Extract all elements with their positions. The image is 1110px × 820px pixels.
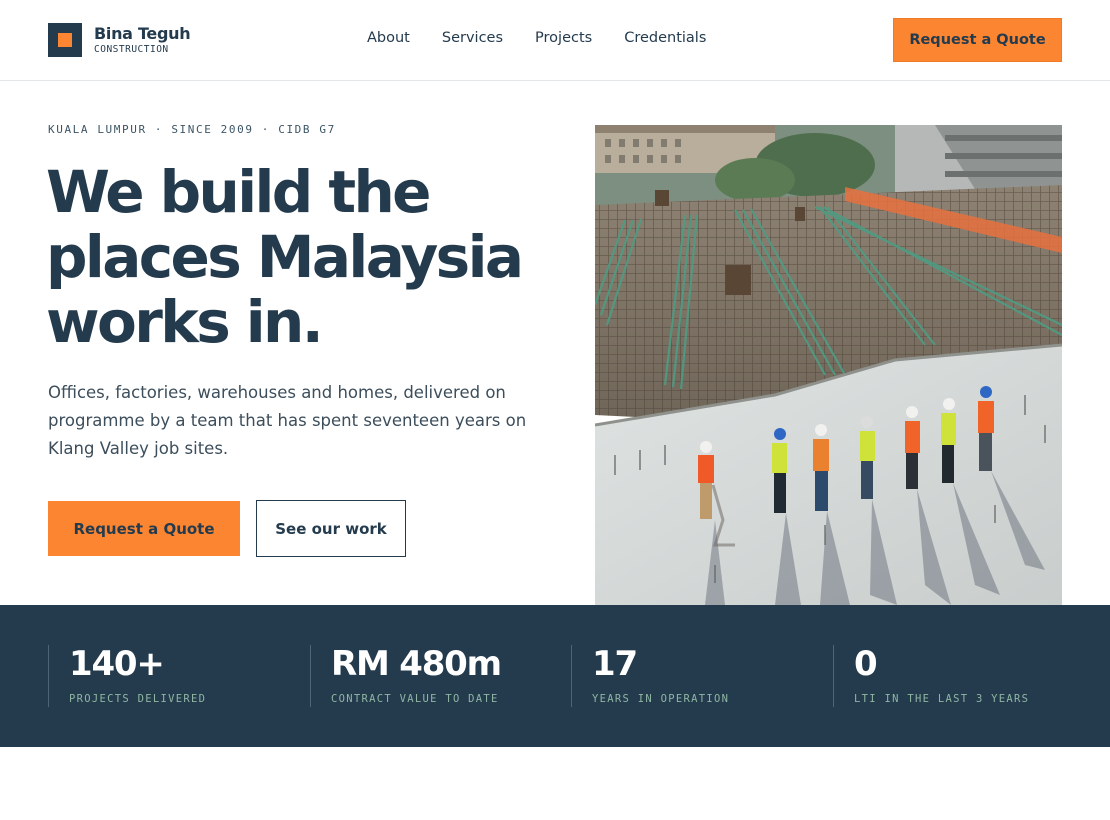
construction-site-photo	[595, 125, 1062, 605]
hero-lede: Offices, factories, warehouses and homes…	[48, 383, 527, 458]
logo-icon	[48, 23, 82, 57]
hero-eyebrow: KUALA LUMPUR · SINCE 2009 · CIDB G7	[48, 123, 336, 136]
main-nav: About Services Projects Credentials	[367, 30, 738, 46]
stat-projects: 140+ PROJECTS DELIVERED	[48, 645, 206, 707]
stat-contract-value: RM 480m CONTRACT VALUE TO DATE	[310, 644, 502, 707]
stat-label: CONTRACT VALUE TO DATE	[331, 693, 499, 705]
headline-line-3: works in.	[46, 288, 324, 356]
hero-request-quote-button[interactable]: Request a Quote	[48, 501, 240, 556]
stat-label: LTI IN THE LAST 3 YEARS	[854, 693, 1030, 705]
logo-text: Bina Teguh CONSTRUCTION	[94, 23, 191, 56]
nav-item-services[interactable]: Services	[442, 30, 503, 46]
stat-label: YEARS IN OPERATION	[592, 693, 730, 705]
brand-name: Bina Teguh	[94, 23, 191, 43]
stat-value: RM 480m	[331, 644, 502, 684]
headline-line-1: We build the	[46, 158, 431, 226]
site-header: Bina Teguh CONSTRUCTION About Services P…	[0, 0, 1110, 81]
stat-value: 17	[592, 644, 638, 684]
nav-item-projects[interactable]: Projects	[535, 30, 592, 46]
stat-value: 0	[854, 644, 878, 684]
logo-link[interactable]: Bina Teguh CONSTRUCTION	[48, 23, 191, 57]
headline-line-2: places Malaysia	[46, 223, 524, 291]
stat-lti: 0 LTI IN THE LAST 3 YEARS	[833, 645, 1029, 707]
nav-item-credentials[interactable]: Credentials	[624, 30, 706, 46]
nav-item-about[interactable]: About	[367, 30, 410, 46]
stat-value: 140+	[69, 644, 165, 684]
stat-years: 17 YEARS IN OPERATION	[571, 645, 729, 707]
header-request-quote-button[interactable]: Request a Quote	[893, 18, 1062, 62]
hero-headline: We build the places Malaysia works in.	[46, 160, 566, 355]
see-our-work-button[interactable]: See our work	[256, 500, 406, 557]
stats-band: 140+ PROJECTS DELIVERED RM 480m CONTRACT…	[0, 605, 1110, 747]
brand-tagline: CONSTRUCTION	[94, 43, 169, 55]
stat-label: PROJECTS DELIVERED	[69, 693, 207, 705]
